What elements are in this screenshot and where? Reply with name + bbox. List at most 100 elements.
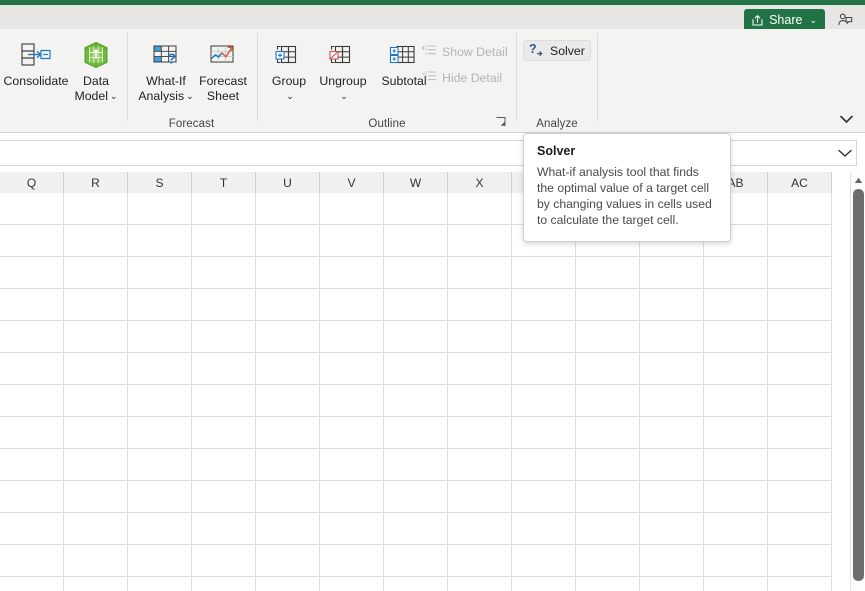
grid-cell[interactable] [128,577,192,591]
column-header-T[interactable]: T [192,172,256,193]
grid-cell[interactable] [320,513,384,545]
grid-cell[interactable] [320,289,384,321]
grid-cell[interactable] [384,225,448,257]
grid-cell[interactable] [512,481,576,513]
grid-cell[interactable] [0,545,64,577]
grid-cell[interactable] [640,545,704,577]
grid-cell[interactable] [320,481,384,513]
grid-cell[interactable] [192,257,256,289]
grid-cell[interactable] [448,545,512,577]
grid-cell[interactable] [256,577,320,591]
grid-cell[interactable] [192,225,256,257]
grid-cell[interactable] [320,417,384,449]
grid-cell[interactable] [448,513,512,545]
grid-cell[interactable] [576,257,640,289]
grid-cell[interactable] [640,385,704,417]
grid-cell[interactable] [256,449,320,481]
grid-cell[interactable] [768,545,832,577]
grid-cell[interactable] [448,193,512,225]
grid-cell[interactable] [0,417,64,449]
grid-cell[interactable] [448,449,512,481]
grid-cell[interactable] [704,321,768,353]
grid-cell[interactable] [192,289,256,321]
grid-cell[interactable] [320,257,384,289]
grid-cell[interactable] [640,577,704,591]
grid-cell[interactable] [256,289,320,321]
grid-cell[interactable] [576,481,640,513]
grid-cell[interactable] [448,289,512,321]
column-header-X[interactable]: X [448,172,512,193]
grid-cell[interactable] [704,481,768,513]
grid-cell[interactable] [320,545,384,577]
grid-cell[interactable] [768,353,832,385]
grid-cell[interactable] [512,321,576,353]
column-header-V[interactable]: V [320,172,384,193]
grid-cell[interactable] [384,513,448,545]
grid-cell[interactable] [0,257,64,289]
grid-cell[interactable] [640,481,704,513]
grid-cell[interactable] [576,577,640,591]
grid-cell[interactable] [128,257,192,289]
grid-cell[interactable] [768,417,832,449]
grid-cell[interactable] [320,353,384,385]
grid-cell[interactable] [128,545,192,577]
grid-cell[interactable] [512,257,576,289]
vertical-scrollbar[interactable] [850,172,865,591]
grid-cell[interactable] [768,449,832,481]
grid-cell[interactable] [448,353,512,385]
column-header-Q[interactable]: Q [0,172,64,193]
grid-cell[interactable] [384,289,448,321]
grid-cell[interactable] [128,417,192,449]
grid-cell[interactable] [768,193,832,225]
grid-cell[interactable] [512,545,576,577]
grid-cell[interactable] [576,385,640,417]
grid-cell[interactable] [768,225,832,257]
grid-cell[interactable] [512,417,576,449]
grid-cell[interactable] [448,225,512,257]
column-header-U[interactable]: U [256,172,320,193]
show-detail-button[interactable]: Show Detail [416,41,513,62]
grid-cell[interactable] [256,385,320,417]
grid-cell[interactable] [512,289,576,321]
grid-cell[interactable] [192,481,256,513]
grid-cell[interactable] [320,193,384,225]
grid-cell[interactable] [704,577,768,591]
grid-cell[interactable] [0,225,64,257]
grid-cell[interactable] [192,449,256,481]
grid-cell[interactable] [256,257,320,289]
consolidate-button[interactable]: Consolidate [4,33,68,89]
grid-cell[interactable] [256,545,320,577]
comments-person-icon[interactable] [835,10,855,30]
grid-cell[interactable] [64,257,128,289]
grid-cell[interactable] [192,321,256,353]
grid-cell[interactable] [192,577,256,591]
grid-cell[interactable] [384,481,448,513]
grid-cell[interactable] [576,545,640,577]
grid-cell[interactable] [640,449,704,481]
grid-cell[interactable] [128,353,192,385]
grid-cell[interactable] [384,545,448,577]
spreadsheet-grid[interactable]: QRSTUVWXYZAAABAC [0,172,865,591]
grid-cell[interactable] [768,513,832,545]
grid-cell[interactable] [320,385,384,417]
grid-cell[interactable] [64,289,128,321]
grid-cell[interactable] [576,353,640,385]
vertical-scroll-thumb[interactable] [853,189,864,581]
grid-cell[interactable] [640,513,704,545]
grid-cell[interactable] [640,257,704,289]
hide-detail-button[interactable]: Hide Detail [416,67,507,88]
outline-dialog-launcher[interactable] [495,115,508,128]
grid-cell[interactable] [704,353,768,385]
grid-cell[interactable] [448,257,512,289]
group-button[interactable]: Group ⌄ [264,33,314,104]
grid-cell[interactable] [64,577,128,591]
grid-cell[interactable] [128,193,192,225]
grid-cell[interactable] [192,417,256,449]
grid-cell[interactable] [128,289,192,321]
grid-cell[interactable] [128,449,192,481]
share-button[interactable]: Share ⌄ [744,9,825,31]
grid-cell[interactable] [576,321,640,353]
grid-cell[interactable] [384,577,448,591]
grid-cell[interactable] [704,385,768,417]
grid-cell[interactable] [768,577,832,591]
